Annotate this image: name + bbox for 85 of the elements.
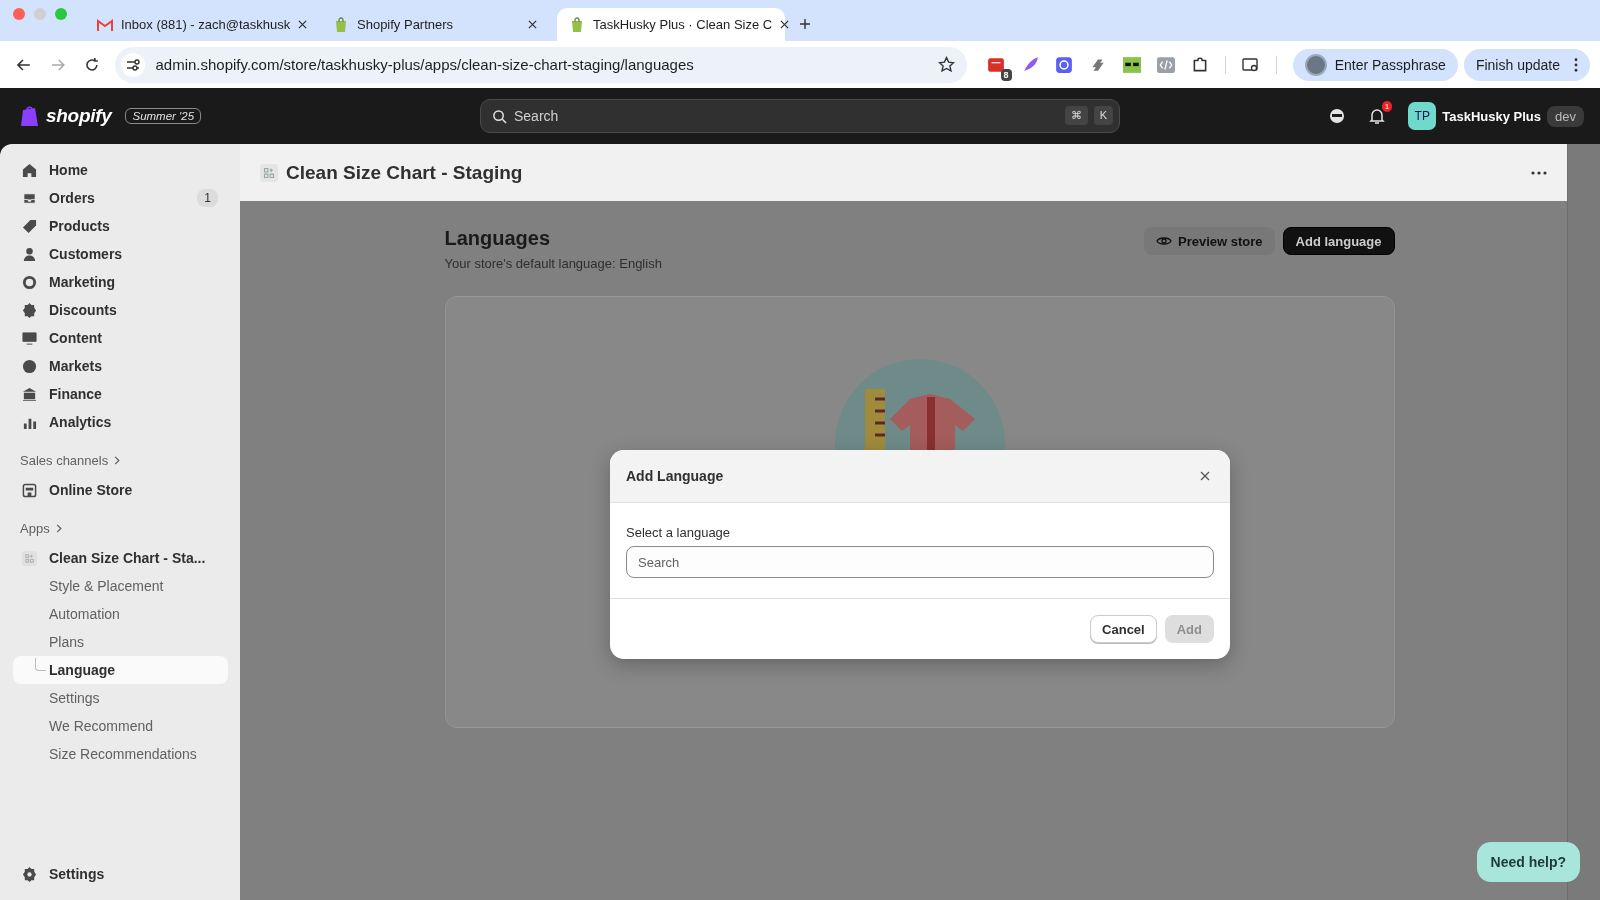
eye-icon [1156,235,1172,247]
profile-button[interactable]: Enter Passphrase [1292,48,1458,81]
store-name: TaskHusky Plus [1442,108,1542,124]
section-heading[interactable]: Apps [20,520,50,536]
sidebar-item[interactable]: Markets [12,352,228,380]
sidebar-item[interactable]: Customers [12,240,228,268]
sidebar-subitem[interactable]: Automation [13,600,228,628]
tag-icon [22,218,37,234]
sidebar-item[interactable]: Analytics [12,408,228,436]
sidebar-subitem[interactable]: We Recommend [13,712,228,740]
shortcut-key: ⌘ [1064,106,1088,125]
sidebar-item[interactable]: Discounts [12,296,228,324]
tree-branch-icon [35,658,46,671]
section-heading[interactable]: Sales channels [20,452,109,468]
bell-icon[interactable] [1368,107,1387,125]
sidebar-item[interactable]: Settings [12,860,228,888]
star-icon[interactable] [937,56,955,73]
store-avatar: TP [1408,102,1437,130]
edition-badge[interactable]: Summer '25 [125,108,202,124]
code-icon[interactable] [1156,55,1175,74]
notification-badge: 1 [1381,101,1393,112]
sidebar-subitem[interactable]: Style & Placement [13,572,228,600]
cancel-button[interactable]: Cancel [1090,615,1157,643]
chevron-right-icon[interactable] [55,523,62,533]
sidebar-item[interactable]: Finance [12,380,228,408]
avatar-icon [1304,53,1327,76]
target-icon [22,274,37,290]
page-heading: Languages [444,227,552,250]
scrollbar-track[interactable] [1567,144,1600,900]
browser-tab[interactable]: Shopify Partners [321,8,549,41]
add-language-button[interactable]: Add language [1282,227,1395,255]
more-icon[interactable] [1531,170,1547,175]
store-menu[interactable]: TP TaskHusky Plus dev [1408,102,1584,130]
address-bar[interactable]: admin.shopify.com/store/taskhusky-plus/apps/clean-size-chart-staging/languages [115,46,967,83]
bank-icon [22,386,37,402]
home-icon [22,162,37,178]
field-label: Select a language [626,525,732,540]
shopping-bag-icon [569,16,585,33]
site-settings-icon[interactable] [121,52,146,77]
dialog-title: Add Language [626,468,724,484]
logo[interactable]: shopify [46,105,112,127]
sidebar-subitem[interactable]: Language [13,656,228,684]
sidebar-item[interactable]: Clean Size Chart - Sta... [12,544,228,572]
mail-icon [97,16,113,33]
gear-icon [22,866,37,882]
sidebar-item[interactable]: Orders 1 [12,184,228,212]
store-badge: dev [1547,105,1584,127]
store-icon [22,482,37,498]
new-tab-icon[interactable] [799,18,811,30]
sidebar-item[interactable]: Content [12,324,228,352]
count-badge: 1 [197,189,218,207]
monitor-icon [22,330,37,346]
close-tab-icon[interactable] [780,20,790,29]
shopping-bag-icon [333,16,349,33]
close-icon[interactable] [1200,471,1210,481]
discount-icon [22,302,37,318]
sidebar-item[interactable]: Home [12,156,228,184]
shopping-bag-icon [20,105,40,127]
inbox-icon [22,190,37,206]
search-icon [492,109,507,124]
extension-badge: 8 [1000,68,1012,81]
app-icon [22,550,37,566]
search-page-icon[interactable] [1241,55,1260,74]
update-button[interactable]: Finish update [1463,48,1590,81]
sidebar-subitem[interactable]: Plans [13,628,228,656]
preview-store-button[interactable]: Preview store [1144,227,1275,255]
sidebar-item[interactable]: Products [12,212,228,240]
extension-icon[interactable] [986,55,1005,74]
sidebar-item[interactable]: Marketing [12,268,228,296]
close-tab-icon[interactable] [528,20,537,29]
language-search-field[interactable]: Search [626,546,1214,578]
page-subtitle: Your store's default language: English [444,256,662,271]
chevron-right-icon[interactable] [114,455,121,465]
app-icon [260,163,278,182]
person-icon [22,246,37,262]
browser-tab[interactable]: Inbox (881) - zach@taskhusk [85,8,313,41]
glasses-icon[interactable] [1122,55,1141,74]
sidebar-item[interactable]: Online Store [12,476,228,504]
close-tab-icon[interactable] [298,20,308,29]
sidebar-subitem[interactable]: Settings [13,684,228,712]
sidebar-subitem[interactable]: Size Recommendations [13,740,228,768]
page-title: Clean Size Chart - Staging [286,161,524,184]
help-button[interactable]: Need help? [1476,842,1580,882]
extension-icon[interactable] [1054,55,1073,74]
more-icon [1574,57,1578,72]
